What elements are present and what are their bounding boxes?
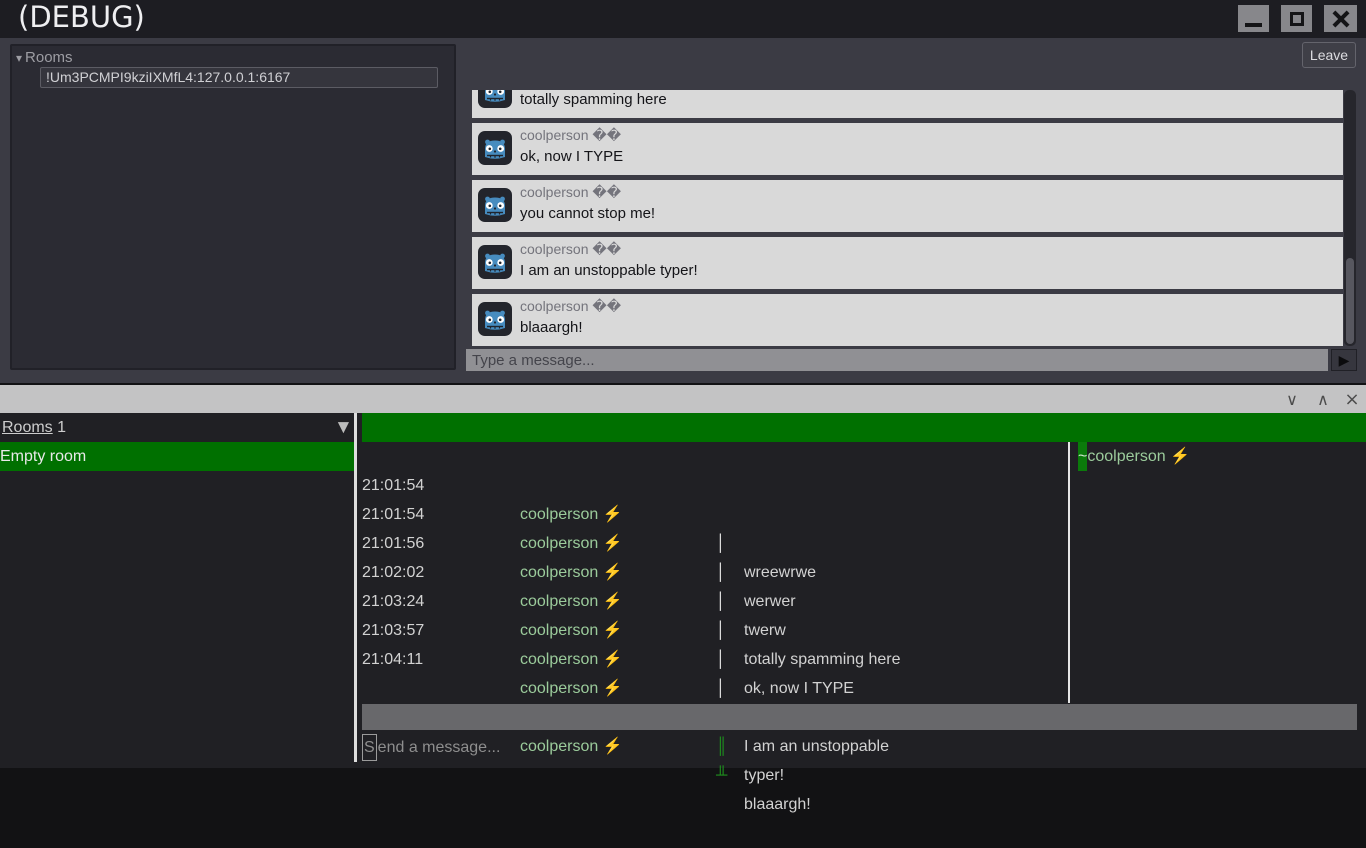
terminal-chat-row: 21:01:56 coolperson ⚡ │ twerw	[362, 500, 1074, 639]
chat-message-text: totally spamming here	[520, 91, 667, 108]
panel-chevron-up-icon[interactable]: ∧	[1312, 385, 1334, 413]
terminal-status-bar	[362, 704, 1357, 730]
terminal-topic-bar	[362, 413, 1366, 442]
terminal-rooms-header[interactable]: Rooms 1	[2, 413, 66, 442]
terminal-chat-row: 21:02:02 coolperson ⚡ │ totally spamming…	[362, 529, 1074, 668]
terminal-userlist-divider	[1068, 442, 1070, 703]
term-row-text: blaaargh!	[744, 796, 811, 813]
rooms-tree-panel	[10, 44, 456, 370]
terminal-rooms-label: Rooms	[2, 419, 53, 436]
minimize-icon	[1245, 22, 1262, 27]
terminal-chat-row: 21:03:24 coolperson ⚡ │ ok, now I TYPE	[362, 558, 1074, 697]
terminal-chat-row: 21:04:11 coolperson ⚡ ║ I am an unstoppa…	[362, 616, 1074, 755]
chat-message-username: coolperson ��	[520, 298, 622, 314]
godot-avatar-icon	[478, 131, 512, 165]
terminal-input-placeholder: end a message...	[377, 739, 501, 756]
chat-message-text: blaaargh!	[520, 319, 583, 336]
chat-message-row: coolperson �� blaaargh!	[472, 294, 1343, 346]
terminal-chat-row: 21:03:57 coolperson ⚡ │ you cannot stop …	[362, 587, 1074, 726]
term-row-user: coolperson ⚡	[520, 738, 623, 755]
chat-message-username: coolperson ��	[520, 184, 622, 200]
leave-button[interactable]: Leave	[1302, 42, 1356, 68]
tree-collapse-icon: ▾	[16, 51, 23, 65]
terminal-rooms-count: 1	[57, 419, 67, 436]
panel-close-icon[interactable]: ×	[1341, 385, 1363, 413]
maximize-icon	[1289, 11, 1304, 26]
terminal-room-item-selected[interactable]: Empty room	[0, 442, 354, 471]
chat-message-text: I am an unstoppable typer!	[520, 262, 698, 279]
godot-avatar-icon	[478, 302, 512, 336]
minimize-button[interactable]	[1238, 5, 1269, 32]
window-title: (DEBUG)	[18, 0, 145, 34]
terminal-input-cursor: S	[362, 734, 377, 761]
godot-avatar-icon	[478, 90, 512, 108]
terminal-chat-row: 21:01:54 coolperson ⚡ │ wreewrwe	[362, 442, 1074, 581]
term-row-text: typer!	[744, 767, 785, 784]
user-power-sigil: ~	[1078, 442, 1088, 471]
terminal-chat-row: ║ typer!	[362, 645, 1074, 784]
terminal-rooms-dropdown-icon[interactable]: ▼	[334, 413, 353, 442]
debug-window-titlebar: (DEBUG)	[0, 0, 1366, 38]
panel-chevron-down-icon[interactable]: ∨	[1281, 385, 1303, 413]
terminal-chat-row: 21:01:54 coolperson ⚡ │ werwer	[362, 471, 1074, 610]
chat-message-row: coolperson �� I am an unstoppable typer!	[472, 237, 1343, 289]
chat-message-list: coolperson �� totally spamming here cool…	[472, 90, 1343, 346]
terminal-message-input[interactable]: Send a message...	[362, 733, 500, 762]
terminal-panel-titlebar[interactable]	[0, 385, 1366, 413]
terminal-userlist-entry[interactable]: ~coolperson ⚡	[1078, 442, 1190, 471]
term-row-sep: ║	[716, 738, 728, 755]
chat-message-row: coolperson �� you cannot stop me!	[472, 180, 1343, 232]
terminal-sidebar-divider	[354, 413, 357, 762]
send-icon: ▶	[1338, 351, 1350, 368]
terminal-chat-rows: 21:01:54 coolperson ⚡ │ wreewrwe 21:01:5…	[362, 442, 1074, 813]
chat-message-username: coolperson ��	[520, 127, 622, 143]
chat-message-text: ok, now I TYPE	[520, 148, 624, 165]
room-tree-item[interactable]: !Um3PCMPI9kziIXMfL4:127.0.0.1:6167	[40, 67, 438, 88]
close-button[interactable]	[1324, 5, 1357, 32]
godot-avatar-icon	[478, 188, 512, 222]
user-nick: coolperson ⚡	[1087, 448, 1190, 465]
rooms-tree-label: Rooms	[25, 49, 73, 66]
term-row-sep: ╨	[716, 767, 728, 784]
chat-message-input[interactable]	[466, 349, 1328, 371]
chat-scrollbar-thumb[interactable]	[1346, 258, 1354, 344]
chat-message-username: coolperson ��	[520, 241, 622, 257]
send-button[interactable]: ▶	[1331, 349, 1357, 371]
godot-avatar-icon	[478, 245, 512, 279]
term-row-text: I am an unstoppable	[744, 738, 889, 755]
chat-message-text: you cannot stop me!	[520, 205, 656, 222]
maximize-button[interactable]	[1281, 5, 1312, 32]
terminal-chat-row: 21:07:38 coolperson ⚡ ╨ blaaargh!	[362, 674, 1074, 813]
close-icon	[1332, 10, 1350, 28]
chat-message-row: coolperson �� totally spamming here	[472, 90, 1343, 118]
chat-message-row: coolperson �� ok, now I TYPE	[472, 123, 1343, 175]
rooms-tree-header[interactable]: ▾ Rooms	[16, 49, 73, 66]
